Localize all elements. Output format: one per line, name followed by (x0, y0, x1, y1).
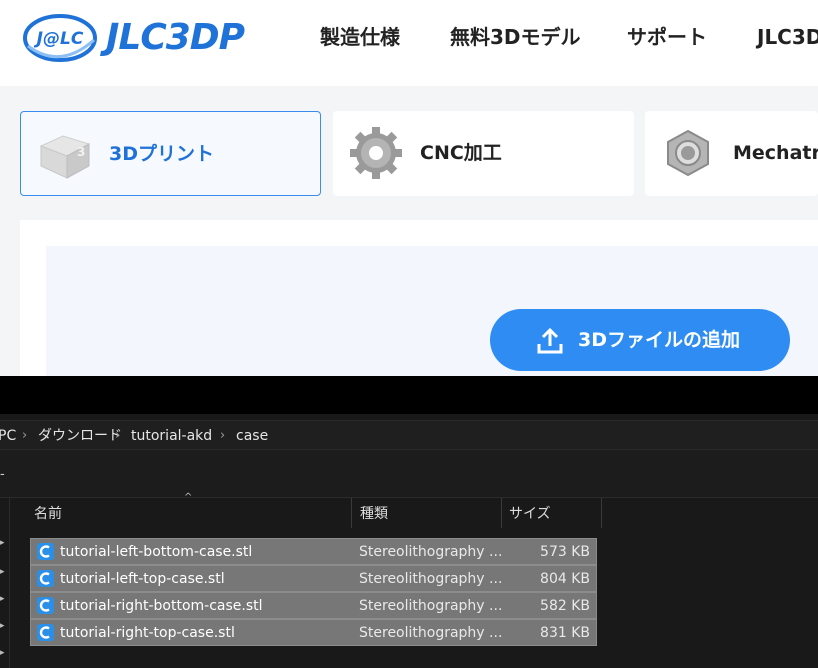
stl-file-icon (37, 624, 54, 641)
service-card-mechatro[interactable]: Mechatro (645, 111, 818, 196)
logo-badge-text: J@LC (34, 29, 84, 49)
breadcrumb-case[interactable]: case (236, 427, 268, 445)
svg-text:3: 3 (77, 145, 85, 159)
hex-nut-icon (667, 129, 709, 177)
service-label-mechatro: Mechatro (733, 142, 818, 164)
add-3d-file-button[interactable]: 3Dファイルの追加 (490, 309, 790, 371)
nav-free-models[interactable]: 無料3Dモデル (450, 24, 581, 50)
toolbar-collapsed-text[interactable]: - (0, 468, 5, 482)
file-name: tutorial-left-top-case.stl (60, 571, 225, 587)
address-bar[interactable]: PC › ダウンロード › tutorial-akd › case (0, 420, 818, 450)
column-header-size[interactable]: サイズ (502, 498, 601, 528)
file-type: Stereolithography ... (359, 625, 503, 641)
file-type: Stereolithography ... (359, 598, 503, 614)
nav-support[interactable]: サポート (627, 24, 707, 50)
stl-file-icon (37, 597, 54, 614)
logo-text: JLC3DP (106, 17, 245, 58)
nav-specs[interactable]: 製造仕様 (320, 24, 400, 50)
file-name: tutorial-right-bottom-case.stl (60, 598, 263, 614)
stl-file-icon (37, 543, 54, 560)
service-card-3d-print[interactable]: 3 3Dプリント (20, 111, 321, 196)
expand-arrow-icon[interactable]: ▸ (0, 621, 5, 631)
chevron-right-icon[interactable]: › (220, 427, 225, 445)
upload-icon (537, 327, 563, 354)
expand-arrow-icon[interactable]: ▸ (0, 594, 5, 604)
gear-icon (350, 127, 402, 179)
stl-file-icon (37, 570, 54, 587)
explorer-title-bar[interactable] (0, 376, 818, 414)
column-divider[interactable] (601, 498, 602, 528)
file-row[interactable]: tutorial-right-bottom-case.stl Stereolit… (30, 592, 597, 619)
service-label-3d-print: 3Dプリント (109, 143, 214, 165)
breadcrumb-pc[interactable]: PC (0, 427, 16, 445)
column-header-type-label: 種類 (360, 506, 388, 522)
jlc3dp-logo[interactable]: J@LC JLC3DP (22, 10, 272, 66)
file-row[interactable]: tutorial-left-top-case.stl Stereolithogr… (30, 565, 597, 592)
file-size: 573 KB (540, 544, 590, 560)
file-type: Stereolithography ... (359, 544, 503, 560)
column-header-size-label: サイズ (509, 506, 551, 522)
site-header: J@LC JLC3DP 製造仕様 無料3Dモデル サポート JLC3D (0, 0, 818, 86)
chevron-right-icon[interactable]: › (115, 427, 120, 445)
file-size: 831 KB (540, 625, 590, 641)
nav-jlc3d[interactable]: JLC3D (757, 24, 818, 50)
file-explorer-window: PC › ダウンロード › tutorial-akd › case - ▸ ▸ … (0, 376, 818, 668)
service-card-cnc[interactable]: CNC加工 (333, 111, 634, 196)
column-header-name[interactable]: 名前 (30, 498, 351, 528)
expand-arrow-icon[interactable]: ▸ (0, 538, 5, 548)
file-size: 804 KB (540, 571, 590, 587)
file-name: tutorial-left-bottom-case.stl (60, 544, 253, 560)
service-label-cnc: CNC加工 (420, 142, 502, 164)
file-type: Stereolithography ... (359, 571, 503, 587)
add-3d-file-label: 3Dファイルの追加 (578, 329, 740, 351)
3d-print-icon: 3 (39, 135, 91, 179)
column-header-type[interactable]: 種類 (352, 498, 501, 528)
file-row[interactable]: tutorial-right-top-case.stl Stereolithog… (30, 619, 597, 646)
chevron-right-icon[interactable]: › (22, 427, 27, 445)
breadcrumb-tutorial-akd[interactable]: tutorial-akd (131, 427, 212, 445)
explorer-toolbar: - (0, 450, 818, 498)
file-size: 582 KB (540, 598, 590, 614)
navigation-pane[interactable]: ▸ ▸ ▸ ▸ ▸ (0, 498, 10, 668)
expand-arrow-icon[interactable]: ▸ (0, 648, 5, 658)
breadcrumb-downloads[interactable]: ダウンロード (38, 427, 122, 445)
jlc-badge-icon: J@LC (23, 14, 97, 62)
column-header-name-label: 名前 (34, 506, 62, 522)
file-row[interactable]: tutorial-left-bottom-case.stl Stereolith… (30, 538, 597, 565)
expand-arrow-icon[interactable]: ▸ (0, 567, 5, 577)
file-name: tutorial-right-top-case.stl (60, 625, 235, 641)
